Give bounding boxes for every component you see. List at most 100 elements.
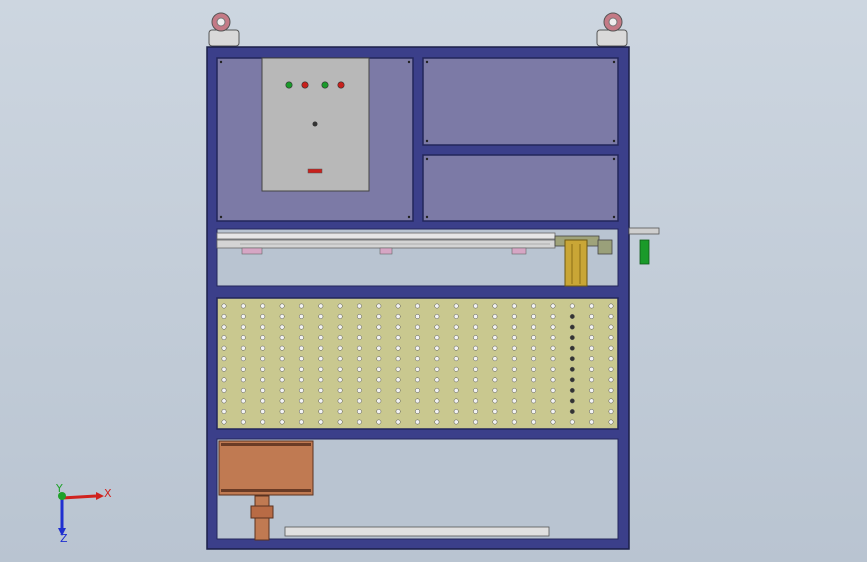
plate-hole <box>473 366 479 372</box>
plate-hole <box>589 419 595 425</box>
plate-hole <box>608 303 614 309</box>
middle-right-panel[interactable] <box>422 154 619 222</box>
plate-hole <box>279 324 285 330</box>
plate-hole <box>318 303 324 309</box>
plate-hole <box>356 303 362 309</box>
side-handle[interactable] <box>628 227 660 265</box>
plate-hole <box>221 303 227 309</box>
plate-hole <box>492 387 498 393</box>
plate-hole <box>589 303 595 309</box>
indicator-light-2 <box>301 81 309 89</box>
plate-hole <box>511 377 517 383</box>
plate-hole <box>298 345 304 351</box>
plate-hole <box>279 387 285 393</box>
plate-hole <box>337 356 343 362</box>
plate-hole <box>473 335 479 341</box>
base-rail <box>284 526 550 537</box>
plate-hole <box>531 409 537 414</box>
plate-hole <box>240 303 246 309</box>
plate-hole <box>298 377 304 383</box>
plate-hole <box>415 356 420 362</box>
plate-hole <box>569 303 575 309</box>
plate-hole <box>608 409 614 414</box>
plate-hole <box>376 419 382 425</box>
plate-hole <box>434 409 440 414</box>
plate-hole <box>511 314 517 319</box>
plate-hole <box>279 345 285 351</box>
plate-hole <box>356 324 362 330</box>
plate-hole <box>434 398 440 404</box>
plate-hole <box>221 398 227 404</box>
emergency-slot[interactable] <box>307 168 323 174</box>
plate-hole <box>550 377 556 383</box>
axis-x-label: X <box>104 487 112 500</box>
upper-right-panel[interactable] <box>422 57 619 146</box>
plate-hole <box>608 335 614 341</box>
plate-hole <box>337 314 343 319</box>
plate-hole <box>318 335 324 341</box>
plate-hole <box>492 356 498 362</box>
plate-hole <box>221 324 227 330</box>
plate-hole <box>260 377 266 383</box>
plate-hole <box>453 377 459 383</box>
plate-hole <box>260 345 266 351</box>
plate-hole <box>569 335 575 341</box>
plate-hole <box>395 335 401 341</box>
control-box[interactable] <box>261 57 370 192</box>
plate-hole <box>569 419 575 425</box>
plate-hole <box>376 387 382 393</box>
plate-hole <box>395 303 401 309</box>
plate-hole <box>473 398 479 404</box>
plate-hole <box>240 409 246 414</box>
plate-hole <box>415 409 420 414</box>
plate-hole <box>318 324 324 330</box>
plate-hole <box>260 419 266 425</box>
key-switch[interactable] <box>312 121 318 127</box>
plate-hole <box>589 335 595 341</box>
plate-hole <box>473 345 479 351</box>
plate-hole <box>453 409 459 414</box>
plate-hole <box>337 324 343 330</box>
plate-hole <box>240 324 246 330</box>
plate-hole <box>221 377 227 383</box>
plate-hole <box>415 345 420 351</box>
plate-hole <box>415 377 420 383</box>
plate-hole <box>589 356 595 362</box>
plate-hole <box>395 387 401 393</box>
plate-hole <box>492 345 498 351</box>
plate-hole <box>395 356 401 362</box>
plate-hole <box>260 314 266 319</box>
plate-hole <box>279 314 285 319</box>
plate-hole <box>376 377 382 383</box>
plate-hole <box>415 419 420 425</box>
plate-hole <box>221 419 227 425</box>
plate-hole <box>298 419 304 425</box>
plate-hole <box>221 387 227 393</box>
plate-hole <box>240 398 246 404</box>
plate-hole <box>395 398 401 404</box>
plate-hole <box>298 409 304 414</box>
plate-hole <box>356 335 362 341</box>
plate-hole <box>453 345 459 351</box>
plate-hole <box>240 366 246 372</box>
plate-hole <box>260 303 266 309</box>
caster-left <box>208 12 240 47</box>
plate-hole <box>453 335 459 341</box>
circuit-board[interactable] <box>218 440 314 496</box>
plate-hole <box>511 419 517 425</box>
plate-hole <box>318 398 324 404</box>
plate-hole <box>569 398 575 404</box>
plate-hole <box>356 387 362 393</box>
plate-hole <box>531 324 537 330</box>
plate-hole <box>608 324 614 330</box>
plate-hole <box>453 398 459 404</box>
plate-hole <box>608 377 614 383</box>
plate-hole <box>550 419 556 425</box>
plate-hole <box>473 409 479 414</box>
cad-viewport[interactable]: X Y Z <box>0 0 867 562</box>
plate-hole <box>434 356 440 362</box>
plate-hole <box>240 419 246 425</box>
plate-hole <box>492 377 498 383</box>
axis-z-label: Z <box>60 532 68 545</box>
plate-hole <box>550 314 556 319</box>
